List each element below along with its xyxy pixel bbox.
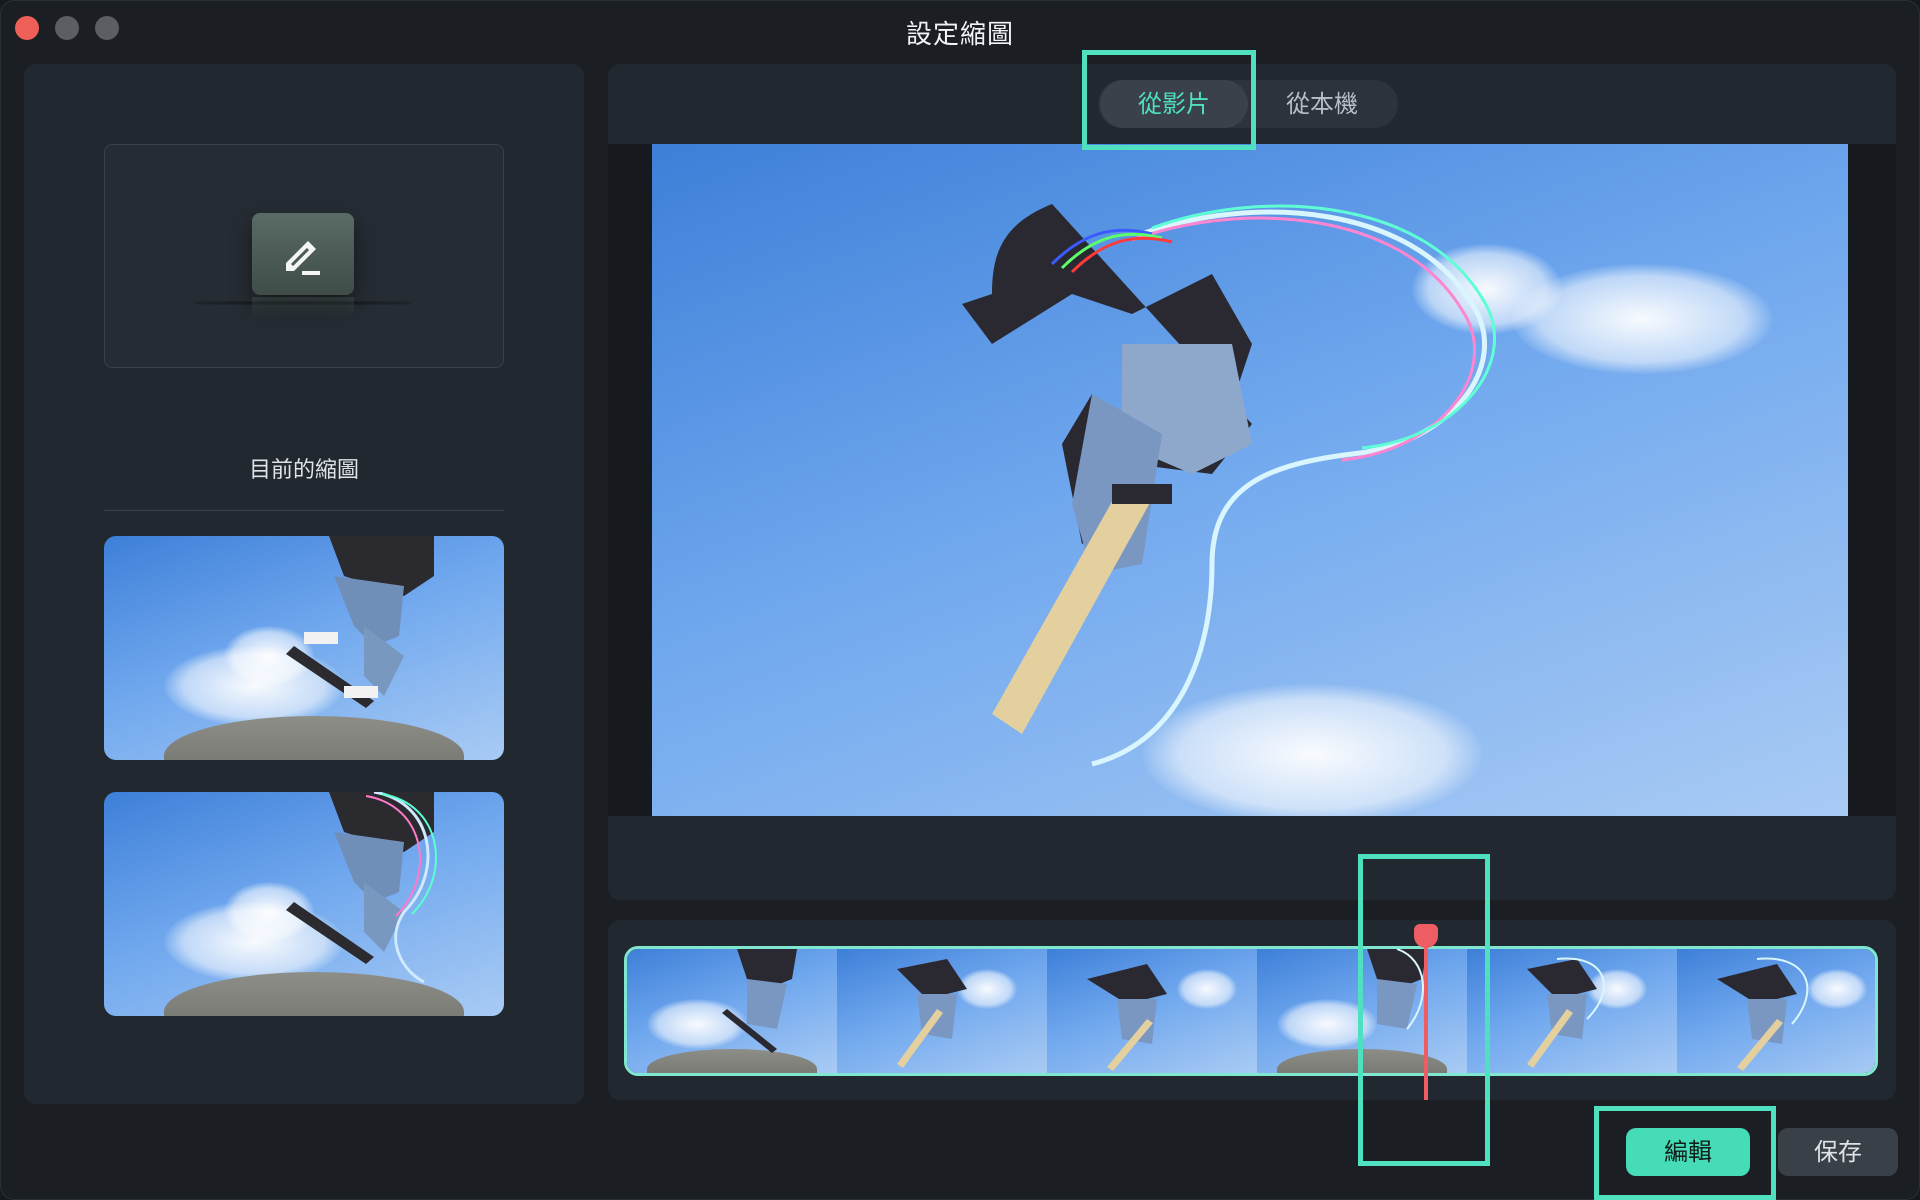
- filmstrip-frame: [1677, 949, 1875, 1073]
- window-title: 設定縮圖: [905, 20, 1014, 50]
- playhead-handle[interactable]: [1414, 924, 1438, 948]
- sidebar-divider: [104, 510, 504, 511]
- pencil-icon: [286, 241, 320, 275]
- edit-button[interactable]: 編輯: [1626, 1128, 1750, 1176]
- thumbnail-sidebar: 目前的縮圖: [24, 64, 584, 1104]
- set-thumbnail-window: 設定縮圖 目前的縮圖 從影片 從本機 編輯 保存: [0, 0, 1920, 1200]
- title-bar: 設定縮圖: [0, 0, 1920, 62]
- source-tabs: 從影片 從本機: [1098, 80, 1398, 128]
- skater-figure-glitch: [286, 792, 437, 984]
- filmstrip-frame: [837, 949, 1047, 1073]
- filmstrip-frame: [1257, 949, 1467, 1073]
- tab-from-local[interactable]: 從本機: [1248, 80, 1396, 128]
- timeline-panel: [608, 920, 1896, 1100]
- edit-thumbnail-tile[interactable]: [252, 213, 354, 295]
- thumbnail-option-2[interactable]: [104, 792, 504, 1016]
- preview-area: [608, 144, 1896, 816]
- filmstrip-frame: [1467, 949, 1677, 1073]
- skater-figure: [286, 536, 434, 708]
- playhead-line[interactable]: [1424, 938, 1428, 1100]
- current-thumbnail-label: 目前的縮圖: [248, 458, 359, 483]
- filmstrip-frame: [1047, 949, 1257, 1073]
- preview-image: [652, 144, 1848, 816]
- preview-panel: 從影片 從本機: [608, 64, 1896, 900]
- video-filmstrip[interactable]: [624, 946, 1878, 1076]
- skater-preview: [962, 204, 1496, 767]
- tile-reflection: [252, 297, 354, 319]
- tab-from-video[interactable]: 從影片: [1100, 80, 1248, 128]
- current-thumbnail-box[interactable]: [104, 144, 504, 368]
- save-button[interactable]: 保存: [1778, 1128, 1898, 1176]
- filmstrip-frame: [627, 949, 837, 1073]
- thumbnail-option-1[interactable]: [104, 536, 504, 760]
